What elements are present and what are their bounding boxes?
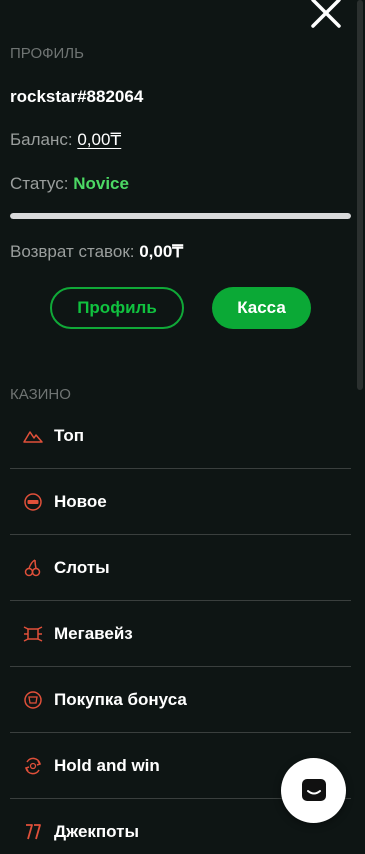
cashier-button[interactable]: Касса <box>212 287 311 329</box>
menu-item-new[interactable]: Новое <box>10 469 351 535</box>
level-progress-bar <box>10 213 351 219</box>
menu-item-label: Hold and win <box>54 755 160 775</box>
menu-item-label: Новое <box>54 491 107 511</box>
menu-item-label: Слоты <box>54 557 110 577</box>
chat-button[interactable] <box>281 758 346 823</box>
bet-return-label: Возврат ставок: <box>10 242 135 261</box>
menu-item-label: Мегавейз <box>54 623 133 643</box>
top-icon <box>22 425 44 447</box>
balance-row: Баланс: 0,00₸ <box>10 130 121 150</box>
chat-icon <box>301 778 326 801</box>
casino-section-title: КАЗИНО <box>10 386 71 403</box>
level-progress-fill <box>10 213 351 219</box>
megaways-icon <box>22 623 44 645</box>
new-icon <box>22 491 44 513</box>
menu-item-label: Топ <box>54 425 84 445</box>
menu-item-top[interactable]: Топ <box>10 403 351 469</box>
scrollbar[interactable] <box>357 0 363 390</box>
status-label: Статус: <box>10 174 69 193</box>
menu-item-megaways[interactable]: Мегавейз <box>10 601 351 667</box>
profile-section-title: ПРОФИЛЬ <box>10 45 84 62</box>
profile-button[interactable]: Профиль <box>50 287 184 329</box>
close-icon <box>311 0 341 28</box>
close-button[interactable] <box>305 0 345 30</box>
hold-and-win-icon <box>22 755 44 777</box>
bonus-buy-icon <box>22 689 44 711</box>
menu-item-slots[interactable]: Слоты <box>10 535 351 601</box>
status-value: Novice <box>73 174 129 193</box>
username: rockstar#882064 <box>10 87 144 106</box>
menu-item-label: Покупка бонуса <box>54 689 187 709</box>
bet-return-row: Возврат ставок: 0,00₸ <box>10 242 183 262</box>
balance-value[interactable]: 0,00₸ <box>77 130 121 149</box>
menu-item-bonus-buy[interactable]: Покупка бонуса <box>10 667 351 733</box>
slots-icon <box>22 557 44 579</box>
jackpots-icon <box>22 821 44 843</box>
menu-item-label: Джекпоты <box>54 822 139 841</box>
bet-return-value: 0,00₸ <box>139 242 184 261</box>
balance-label: Баланс: <box>10 130 73 149</box>
status-row: Статус: Novice <box>10 174 129 194</box>
